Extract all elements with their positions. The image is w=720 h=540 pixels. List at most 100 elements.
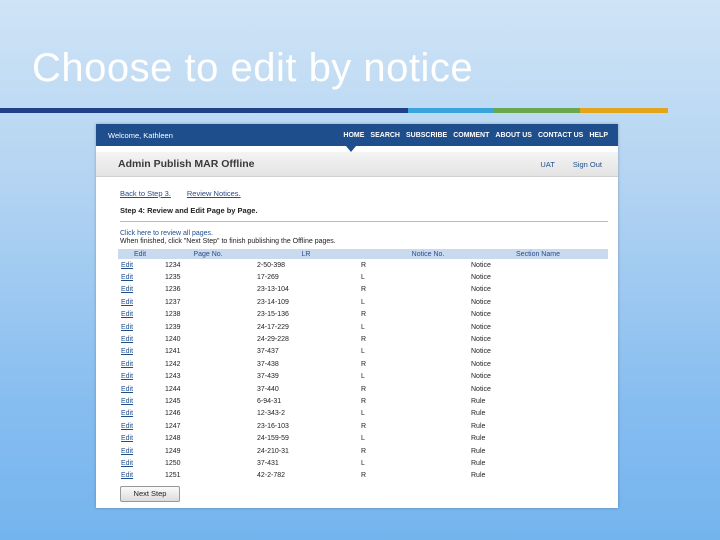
section-name-cell: Notice: [471, 298, 491, 306]
edit-link[interactable]: Edit: [118, 259, 162, 271]
lr-cell: 24-17-229: [257, 323, 289, 331]
nav-contact-us[interactable]: CONTACT US: [538, 132, 583, 139]
nav-links: HOME SEARCH SUBSCRIBE COMMENT ABOUT US C…: [343, 132, 608, 139]
table-row: Edit 1234 2-50-398 R Notice: [118, 259, 608, 271]
page-no-cell: 1250: [165, 459, 181, 467]
accent-bar-navy: [0, 108, 408, 113]
notice-no-cell: [388, 321, 468, 333]
lr-cell: 24-159-59: [257, 435, 289, 443]
side-cell: R: [361, 385, 367, 393]
top-nav: Welcome, Kathleen HOME SEARCH SUBSCRIBE …: [96, 124, 618, 152]
notice-no-cell: [388, 309, 468, 321]
edit-link[interactable]: Edit: [118, 284, 162, 296]
edit-link[interactable]: Edit: [118, 346, 162, 358]
review-notices-link[interactable]: Review Notices.: [187, 189, 241, 198]
side-cell: L: [361, 274, 365, 282]
notice-no-cell: [388, 470, 468, 482]
notice-no-cell: [388, 333, 468, 345]
nav-help[interactable]: HELP: [589, 132, 608, 139]
side-cell: R: [361, 472, 367, 480]
col-edit: Edit: [118, 249, 162, 259]
back-to-step3-link[interactable]: Back to Step 3.: [120, 189, 171, 198]
page-no-cell: 1244: [165, 385, 181, 393]
notice-no-cell: [388, 395, 468, 407]
notice-no-cell: [388, 408, 468, 420]
lr-cell: 23-16-103: [257, 422, 289, 430]
edit-link[interactable]: Edit: [118, 383, 162, 395]
lr-cell: 42-2-782: [257, 472, 286, 480]
lr-cell: 23-15-136: [257, 311, 289, 319]
section-name-cell: Rule: [471, 447, 486, 455]
edit-link[interactable]: Edit: [118, 457, 162, 469]
edit-link[interactable]: Edit: [118, 470, 162, 482]
step-links: Back to Step 3. Review Notices.: [120, 189, 618, 198]
section-name-cell: Rule: [471, 410, 486, 418]
edit-link[interactable]: Edit: [118, 309, 162, 321]
notice-no-cell: [388, 346, 468, 358]
page-no-cell: 1243: [165, 373, 181, 381]
nav-notch-indicator: [346, 146, 356, 152]
page-no-cell: 1242: [165, 360, 181, 368]
edit-link[interactable]: Edit: [118, 271, 162, 283]
notice-no-cell: [388, 259, 468, 271]
page-no-cell: 1248: [165, 435, 181, 443]
section-name-cell: Rule: [471, 472, 486, 480]
lr-cell: 37-439: [257, 373, 279, 381]
side-cell: L: [361, 459, 365, 467]
accent-bar-blue: [408, 108, 494, 113]
section-name-cell: Rule: [471, 422, 486, 430]
header-links: UAT Sign Out: [540, 160, 602, 169]
review-all-link[interactable]: Click here to review all pages.: [120, 230, 618, 237]
section-name-cell: Rule: [471, 459, 486, 467]
page-no-cell: 1235: [165, 274, 181, 282]
edit-link[interactable]: Edit: [118, 445, 162, 457]
edit-link[interactable]: Edit: [118, 432, 162, 444]
nav-subscribe[interactable]: SUBSCRIBE: [406, 132, 447, 139]
side-cell: R: [361, 336, 367, 344]
table-row: Edit 1241 37-437 L Notice: [118, 346, 608, 358]
section-name-cell: Notice: [471, 274, 491, 282]
edit-link[interactable]: Edit: [118, 333, 162, 345]
edit-link[interactable]: Edit: [118, 321, 162, 333]
lr-cell: 23-14-109: [257, 298, 289, 306]
side-cell: L: [361, 410, 365, 418]
app-title: Admin Publish MAR Offline: [118, 158, 255, 170]
section-name-cell: Notice: [471, 385, 491, 393]
lr-cell: 37-437: [257, 348, 279, 356]
welcome-text: Welcome, Kathleen: [108, 130, 173, 140]
page-no-cell: 1239: [165, 323, 181, 331]
screenshot-panel: Welcome, Kathleen HOME SEARCH SUBSCRIBE …: [96, 124, 618, 508]
nav-home[interactable]: HOME: [343, 132, 364, 139]
app-header: Admin Publish MAR Offline UAT Sign Out: [96, 152, 618, 177]
nav-comment[interactable]: COMMENT: [453, 132, 489, 139]
edit-link[interactable]: Edit: [118, 420, 162, 432]
next-step-button[interactable]: Next Step: [120, 486, 180, 502]
section-name-cell: Notice: [471, 286, 491, 294]
slide-title: Choose to edit by notice: [32, 46, 474, 90]
nav-search[interactable]: SEARCH: [370, 132, 400, 139]
sign-out-link[interactable]: Sign Out: [573, 160, 602, 169]
nav-about-us[interactable]: ABOUT US: [495, 132, 532, 139]
notice-no-cell: [388, 457, 468, 469]
table-row: Edit 1242 37-438 R Notice: [118, 358, 608, 370]
notice-no-cell: [388, 271, 468, 283]
edit-link[interactable]: Edit: [118, 358, 162, 370]
edit-link[interactable]: Edit: [118, 296, 162, 308]
side-cell: R: [361, 447, 367, 455]
table-row: Edit 1237 23-14-109 L Notice: [118, 296, 608, 308]
table-row: Edit 1245 6-94-31 R Rule: [118, 395, 608, 407]
lr-cell: 37-438: [257, 360, 279, 368]
notice-no-cell: [388, 358, 468, 370]
lr-cell: 2-50-398: [257, 261, 286, 269]
edit-link[interactable]: Edit: [118, 408, 162, 420]
env-label: UAT: [540, 159, 555, 169]
page-no-cell: 1241: [165, 348, 181, 356]
edit-link[interactable]: Edit: [118, 395, 162, 407]
lr-cell: 24-29-228: [257, 336, 289, 344]
edit-link[interactable]: Edit: [118, 371, 162, 383]
lr-cell: 37-431: [257, 459, 279, 467]
side-cell: L: [361, 373, 365, 381]
page-no-cell: 1234: [165, 261, 181, 269]
side-cell: L: [361, 348, 365, 356]
page-no-cell: 1236: [165, 286, 181, 294]
